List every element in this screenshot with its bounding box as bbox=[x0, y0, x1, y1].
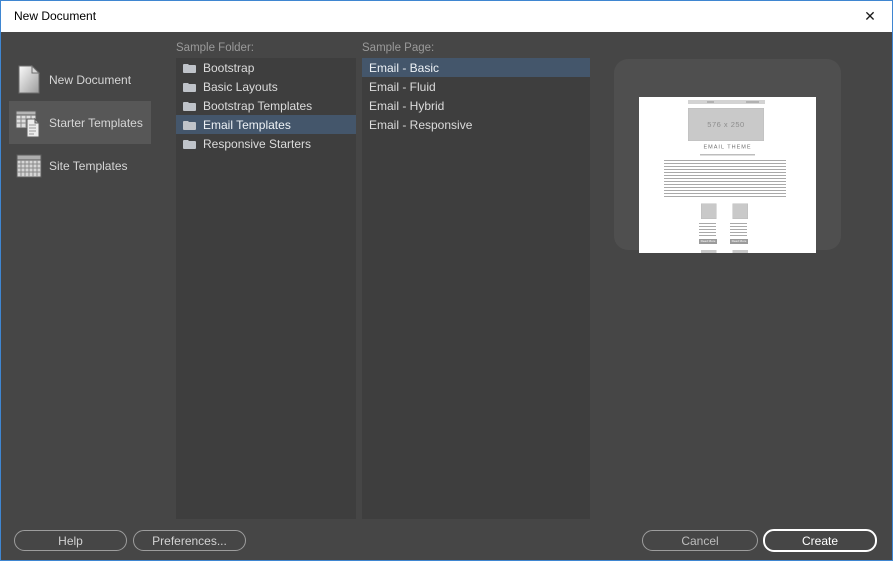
folder-item-label: Basic Layouts bbox=[203, 80, 278, 94]
thumb-column1-image bbox=[701, 204, 717, 220]
thumb-image-placeholder: 576 x 250 bbox=[688, 108, 764, 141]
starter-templates-icon bbox=[9, 107, 49, 139]
sample-folder-label: Sample Folder: bbox=[176, 42, 254, 54]
page-item-email-fluid[interactable]: Email - Fluid bbox=[362, 77, 590, 96]
thumb-read-more-button: Read More bbox=[730, 239, 748, 244]
page-item-label: Email - Hybrid bbox=[369, 99, 444, 113]
sidebar-item-label: New Document bbox=[49, 73, 131, 87]
sidebar-item-label: Site Templates bbox=[49, 159, 128, 173]
page-item-label: Email - Responsive bbox=[369, 118, 472, 132]
thumb-bottom-bar bbox=[733, 250, 749, 253]
close-icon[interactable]: ✕ bbox=[848, 1, 892, 32]
thumb-bottom-bar bbox=[701, 250, 717, 253]
titlebar: New Document ✕ bbox=[1, 1, 892, 32]
sample-folder-list: Bootstrap Basic Layouts Bootstrap Templa… bbox=[176, 58, 356, 519]
folder-item-responsive-starters[interactable]: Responsive Starters bbox=[176, 134, 356, 153]
folder-item-basic-layouts[interactable]: Basic Layouts bbox=[176, 77, 356, 96]
create-button[interactable]: Create bbox=[763, 529, 877, 552]
folder-item-label: Responsive Starters bbox=[203, 137, 311, 151]
email-template-preview: 576 x 250 EMAIL THEME Read More Read Mor… bbox=[639, 97, 816, 253]
thumb-read-more-button: Read More bbox=[699, 239, 717, 244]
cancel-button[interactable]: Cancel bbox=[642, 530, 758, 551]
folder-item-email-templates[interactable]: Email Templates bbox=[176, 115, 356, 134]
thumb-header-left-text bbox=[707, 102, 714, 103]
page-item-label: Email - Basic bbox=[369, 61, 439, 75]
site-templates-icon bbox=[9, 154, 49, 178]
sample-page-list: Email - Basic Email - Fluid Email - Hybr… bbox=[362, 58, 590, 519]
folder-item-label: Email Templates bbox=[203, 118, 291, 132]
help-button[interactable]: Help bbox=[14, 530, 127, 551]
folder-item-label: Bootstrap bbox=[203, 61, 254, 75]
thumb-column2-image bbox=[733, 204, 749, 220]
dialog-title: New Document bbox=[14, 1, 96, 32]
sample-page-label: Sample Page: bbox=[362, 42, 434, 54]
page-item-email-hybrid[interactable]: Email - Hybrid bbox=[362, 96, 590, 115]
sidebar-item-label: Starter Templates bbox=[49, 116, 143, 130]
sidebar-item-new-document[interactable]: New Document bbox=[9, 58, 151, 101]
sidebar-item-starter-templates[interactable]: Starter Templates bbox=[9, 101, 151, 144]
sidebar-item-site-templates[interactable]: Site Templates bbox=[9, 144, 151, 187]
thumb-column1-text bbox=[699, 223, 716, 237]
document-icon bbox=[9, 65, 49, 94]
thumb-email-theme-heading: EMAIL THEME bbox=[639, 144, 816, 150]
new-document-dialog: New Document ✕ New Document Sta bbox=[0, 0, 893, 561]
thumb-header-right-text bbox=[746, 102, 759, 103]
folder-item-bootstrap[interactable]: Bootstrap bbox=[176, 58, 356, 77]
thumb-column2-text bbox=[730, 223, 747, 237]
folder-item-label: Bootstrap Templates bbox=[203, 99, 312, 113]
preferences-button[interactable]: Preferences... bbox=[133, 530, 246, 551]
folder-icon bbox=[183, 63, 196, 73]
folder-icon bbox=[183, 101, 196, 111]
folder-icon bbox=[183, 82, 196, 92]
folder-icon bbox=[183, 139, 196, 149]
thumb-header-bar bbox=[688, 100, 765, 104]
page-item-label: Email - Fluid bbox=[369, 80, 436, 94]
page-item-email-basic[interactable]: Email - Basic bbox=[362, 58, 590, 77]
page-item-email-responsive[interactable]: Email - Responsive bbox=[362, 115, 590, 134]
template-preview-thumbnail: 576 x 250 EMAIL THEME Read More Read Mor… bbox=[639, 97, 816, 253]
folder-icon bbox=[183, 120, 196, 130]
folder-item-bootstrap-templates[interactable]: Bootstrap Templates bbox=[176, 96, 356, 115]
thumb-tagline bbox=[700, 154, 755, 156]
thumb-paragraph-lines bbox=[664, 160, 786, 197]
